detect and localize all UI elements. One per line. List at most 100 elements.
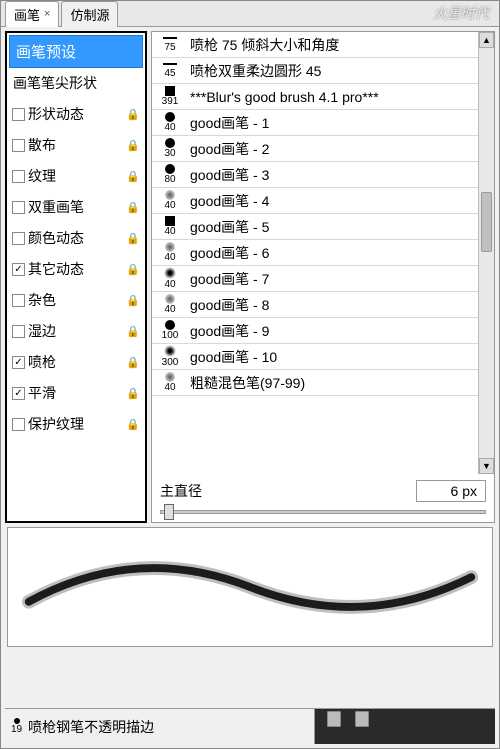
sidebar-item-1[interactable]: 散布 🔒 [9, 130, 143, 161]
checkbox-icon[interactable] [12, 170, 25, 183]
sidebar-item-9[interactable]: ✓平滑🔒 [9, 378, 143, 409]
sidebar-item-8[interactable]: ✓喷枪 🔒 [9, 347, 143, 378]
tab-clone-source[interactable]: 仿制源 [61, 1, 118, 27]
lock-icon[interactable]: 🔒 [126, 107, 140, 121]
current-brush-info[interactable]: 19 喷枪钢笔不透明描边 [5, 709, 315, 744]
brush-stroke-preview [7, 527, 493, 647]
sidebar-item-label: 喷枪 [28, 352, 56, 372]
brush-row-13[interactable]: 40粗糙混色笔(97-99) [152, 370, 494, 396]
brush-row-10[interactable]: 40good画笔 - 8 [152, 292, 494, 318]
sidebar-item-label: 散布 [28, 135, 56, 155]
brush-label: good画笔 - 10 [190, 347, 277, 367]
scroll-down-icon[interactable]: ▼ [479, 458, 494, 474]
brush-thumb: 300 [156, 345, 184, 368]
brush-label: good画笔 - 5 [190, 217, 269, 237]
trash-icon[interactable] [355, 711, 369, 727]
tab-clone-label: 仿制源 [70, 5, 109, 24]
diameter-row: 主直径 6 px [152, 474, 494, 504]
checkbox-icon[interactable] [12, 418, 25, 431]
brush-thumb: 40 [156, 216, 184, 237]
brush-list[interactable]: 75喷枪 75 倾斜大小和角度 45 喷枪双重柔边圆形 45 391***Blur's… [152, 32, 494, 474]
sidebar-item-10[interactable]: 保护纹理🔒 [9, 409, 143, 440]
brush-presets-header[interactable]: 画笔预设 [9, 35, 143, 68]
brush-row-3[interactable]: 40good画笔 - 1 [152, 110, 494, 136]
close-icon[interactable]: × [44, 8, 50, 20]
diameter-label: 主直径 [160, 481, 202, 501]
brush-thumb: 40 [156, 372, 184, 393]
brush-thumb: 75 [156, 37, 184, 53]
panel-content: 画笔预设 画笔笔尖形状 形状动态🔒散布🔒纹理🔒双重画笔🔒颜色动态🔒✓其它动态🔒杂… [1, 27, 499, 748]
brush-label: good画笔 - 6 [190, 243, 269, 263]
sidebar-item-3[interactable]: 双重画笔 🔒 [9, 192, 143, 223]
brush-row-7[interactable]: 40 good画笔 - 5 [152, 214, 494, 240]
lock-icon[interactable]: 🔒 [126, 417, 140, 431]
diameter-value[interactable]: 6 px [416, 480, 486, 502]
lock-icon[interactable]: 🔒 [126, 138, 140, 152]
checkbox-icon[interactable] [12, 232, 25, 245]
brush-label: good画笔 - 9 [190, 321, 269, 341]
scrollbar[interactable]: ▲ ▼ [478, 32, 494, 474]
brush-row-5[interactable]: 80good画笔 - 3 [152, 162, 494, 188]
brush-row-9[interactable]: 40 good画笔 - 7 [152, 266, 494, 292]
sidebar-item-5[interactable]: ✓其它动态🔒 [9, 254, 143, 285]
brush-thumb: 45 [156, 63, 184, 79]
diameter-slider[interactable] [152, 504, 494, 522]
brush-label: good画笔 - 7 [190, 269, 269, 289]
sidebar-item-7[interactable]: 湿边 🔒 [9, 316, 143, 347]
new-icon[interactable] [327, 711, 341, 727]
brush-thumb: 40 [156, 267, 184, 290]
stroke-icon [8, 528, 492, 646]
lock-icon[interactable]: 🔒 [126, 200, 140, 214]
sidebar-item-2[interactable]: 纹理 🔒 [9, 161, 143, 192]
checkbox-icon[interactable]: ✓ [12, 356, 25, 369]
lock-icon[interactable]: 🔒 [126, 169, 140, 183]
checkbox-icon[interactable] [12, 325, 25, 338]
brush-row-1[interactable]: 45 喷枪双重柔边圆形 45 [152, 58, 494, 84]
sidebar-item-label: 双重画笔 [28, 197, 84, 217]
tab-brush[interactable]: 画笔 × [5, 1, 59, 27]
current-brush-thumb: 19 [11, 718, 22, 735]
scroll-up-icon[interactable]: ▲ [479, 32, 494, 48]
lock-icon[interactable]: 🔒 [126, 231, 140, 245]
brush-panel: 画笔 × 仿制源 火星时代 画笔预设 画笔笔尖形状 形状动态🔒散布🔒纹理🔒双重画… [0, 0, 500, 749]
checkbox-icon[interactable]: ✓ [12, 387, 25, 400]
brush-settings-sidebar: 画笔预设 画笔笔尖形状 形状动态🔒散布🔒纹理🔒双重画笔🔒颜色动态🔒✓其它动态🔒杂… [5, 31, 147, 523]
lock-icon[interactable]: 🔒 [126, 293, 140, 307]
lock-icon[interactable]: 🔒 [126, 355, 140, 369]
sidebar-item-0[interactable]: 形状动态 🔒 [9, 99, 143, 130]
checkbox-icon[interactable] [12, 108, 25, 121]
scroll-thumb[interactable] [481, 192, 492, 252]
lock-icon[interactable]: 🔒 [126, 386, 140, 400]
brush-label: good画笔 - 2 [190, 139, 269, 159]
sidebar-item-4[interactable]: 颜色动态 🔒 [9, 223, 143, 254]
brush-thumb: 100 [156, 320, 184, 341]
sidebar-item-label: 形状动态 [28, 104, 84, 124]
brush-row-6[interactable]: 40good画笔 - 4 [152, 188, 494, 214]
brush-label: good画笔 - 1 [190, 113, 269, 133]
brush-row-2[interactable]: 391***Blur's good brush 4.1 pro*** [152, 84, 494, 110]
checkbox-icon[interactable] [12, 139, 25, 152]
brush-label: good画笔 - 8 [190, 295, 269, 315]
brush-thumb: 30 [156, 138, 184, 159]
checkbox-icon[interactable] [12, 201, 25, 214]
upper-section: 画笔预设 画笔笔尖形状 形状动态🔒散布🔒纹理🔒双重画笔🔒颜色动态🔒✓其它动态🔒杂… [5, 31, 495, 523]
checkbox-icon[interactable]: ✓ [12, 263, 25, 276]
sidebar-item-label: 纹理 [28, 166, 56, 186]
brush-row-0[interactable]: 75喷枪 75 倾斜大小和角度 [152, 32, 494, 58]
lock-icon[interactable]: 🔒 [126, 262, 140, 276]
brush-thumb: 40 [156, 190, 184, 211]
sidebar-item-label: 湿边 [28, 321, 56, 341]
brush-row-11[interactable]: 100 good画笔 - 9 [152, 318, 494, 344]
checkbox-icon[interactable] [12, 294, 25, 307]
brush-label: 喷枪双重柔边圆形 45 [190, 61, 321, 81]
brush-row-12[interactable]: 300 good画笔 - 10 [152, 344, 494, 370]
lock-icon[interactable]: 🔒 [126, 324, 140, 338]
sidebar-item-label: 颜色动态 [28, 228, 84, 248]
brush-row-8[interactable]: 40good画笔 - 6 [152, 240, 494, 266]
tab-brush-label: 画笔 [14, 5, 40, 24]
brush-tip-shape[interactable]: 画笔笔尖形状 [9, 68, 143, 99]
brush-row-4[interactable]: 30 good画笔 - 2 [152, 136, 494, 162]
sidebar-item-6[interactable]: 杂色🔒 [9, 285, 143, 316]
tab-bar: 画笔 × 仿制源 火星时代 [1, 1, 499, 27]
slider-thumb[interactable] [164, 504, 174, 520]
